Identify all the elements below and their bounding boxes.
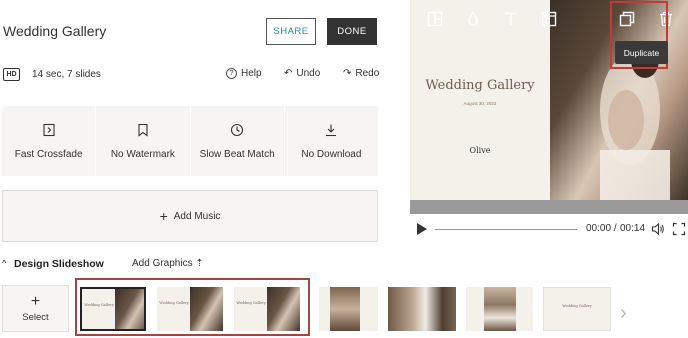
undo-button[interactable]: ↶ Undo	[284, 68, 320, 79]
select-tile[interactable]: + Select	[2, 285, 69, 332]
redo-icon: ↷	[343, 68, 352, 79]
add-graphics-button[interactable]: Add Graphics ⇡	[132, 258, 204, 269]
current-time: 00:00 /	[586, 223, 617, 234]
select-label: Select	[22, 311, 49, 323]
download-icon	[326, 124, 337, 136]
add-music-label: Add Music	[173, 210, 221, 222]
slide-thumbnail[interactable]	[388, 287, 456, 331]
clock-icon	[231, 123, 244, 136]
option-download-label: No Download	[301, 148, 362, 160]
design-slideshow-toggle[interactable]: Design Slideshow	[14, 258, 104, 270]
slide-date: August 30, 2023	[463, 101, 497, 106]
option-transition[interactable]: Fast Crossfade	[2, 106, 97, 176]
color-drop-icon[interactable]	[462, 8, 484, 30]
text-icon[interactable]	[500, 8, 522, 30]
slide-thumbnail[interactable]: Wedding Gallery	[543, 287, 611, 331]
help-link[interactable]: ? Help	[226, 68, 262, 79]
slide-thumbnail[interactable]	[466, 287, 533, 331]
slide-thumbnail[interactable]: Wedding Gallery	[234, 287, 300, 331]
plus-icon: +	[30, 292, 41, 310]
video-player-controls: 00:00 / 00:14	[410, 214, 688, 244]
transition-icon	[43, 123, 55, 136]
option-watermark-label: No Watermark	[110, 148, 175, 160]
editor-panel: Wedding Gallery SHARE DONE HD 14 sec, 7 …	[0, 0, 390, 250]
option-download[interactable]: No Download	[285, 106, 378, 176]
done-button[interactable]: DONE	[327, 18, 377, 45]
fullscreen-icon[interactable]	[672, 222, 686, 241]
undo-label: Undo	[296, 68, 321, 79]
option-beat-match[interactable]: Slow Beat Match	[191, 106, 285, 176]
undo-icon: ↶	[284, 68, 293, 79]
help-label: Help	[241, 68, 262, 79]
slide-title-panel	[410, 0, 550, 200]
slide-preview: Wedding Gallery August 30, 2023 Olive Du…	[410, 0, 688, 244]
duplicate-tooltip: Duplicate	[615, 41, 668, 64]
redo-button[interactable]: ↷ Redo	[343, 68, 379, 79]
option-watermark[interactable]: No Watermark	[96, 106, 191, 176]
slide-thumbnail[interactable]: Wedding Gallery	[80, 287, 146, 331]
design-slideshow-bar: ^ Design Slideshow Add Graphics ⇡	[0, 250, 688, 275]
crop-icon[interactable]	[538, 8, 560, 30]
chevron-right-icon[interactable]: ›	[620, 302, 627, 325]
slideshow-info: 14 sec, 7 slides	[32, 69, 101, 80]
help-icon: ?	[226, 68, 237, 79]
slide-thumbnail[interactable]	[319, 287, 378, 331]
add-music-button[interactable]: + Add Music	[2, 190, 378, 242]
progress-slider[interactable]	[435, 229, 577, 230]
play-icon[interactable]	[417, 223, 427, 235]
hd-badge: HD	[3, 68, 20, 81]
plus-icon: +	[159, 208, 168, 224]
layout-icon[interactable]	[424, 8, 446, 30]
page-title: Wedding Gallery	[3, 23, 107, 39]
redo-label: Redo	[355, 68, 380, 79]
volume-icon[interactable]	[651, 222, 665, 241]
share-button[interactable]: SHARE	[266, 18, 316, 45]
slideshow-options: Fast Crossfade No Watermark Slow Beat Ma…	[2, 106, 378, 176]
slide-title: Wedding Gallery	[425, 78, 535, 93]
upload-icon: ⇡	[195, 258, 204, 269]
slide-logo: Olive	[469, 146, 491, 155]
total-time: 00:14	[620, 223, 646, 234]
bookmark-icon	[138, 123, 148, 137]
option-transition-label: Fast Crossfade	[14, 148, 83, 160]
slide-thumbnail[interactable]: Wedding Gallery	[157, 287, 223, 331]
option-beat-match-label: Slow Beat Match	[199, 148, 275, 160]
chevron-up-icon[interactable]: ^	[2, 258, 6, 268]
